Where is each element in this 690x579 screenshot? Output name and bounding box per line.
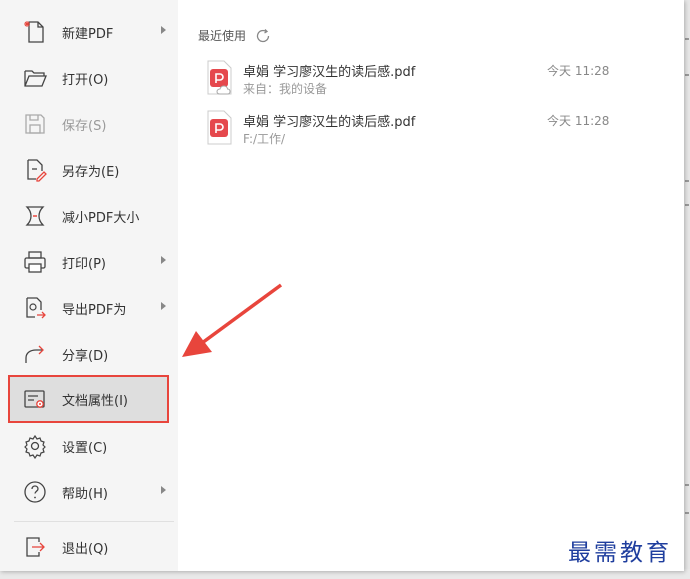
file-menu-panel: 新建PDF 打开(O) 保存(S) 另存为(E) 减小PDF大小 打印(P) 导… bbox=[0, 0, 684, 571]
menu-item-label: 分享(D) bbox=[62, 348, 109, 364]
export-icon bbox=[22, 295, 48, 321]
menu-item-label: 设置(C) bbox=[62, 440, 108, 456]
menu-item-label: 退出(Q) bbox=[62, 541, 109, 557]
file-menu-sidebar: 新建PDF 打开(O) 保存(S) 另存为(E) 减小PDF大小 打印(P) 导… bbox=[0, 0, 178, 571]
menu-item-label: 另存为(E) bbox=[62, 164, 120, 180]
menu-item-exit[interactable]: 退出(Q) bbox=[14, 527, 174, 567]
menu-item-export-pdf[interactable]: 导出PDF为 bbox=[14, 288, 174, 328]
menu-item-save[interactable]: 保存(S) bbox=[14, 104, 174, 144]
save-as-icon bbox=[22, 157, 48, 183]
help-icon bbox=[22, 479, 48, 505]
menu-item-document-properties[interactable]: 文档属性(I) bbox=[8, 375, 169, 423]
save-icon bbox=[22, 111, 48, 137]
menu-item-help[interactable]: 帮助(H) bbox=[14, 472, 174, 512]
submenu-arrow-icon bbox=[161, 302, 166, 310]
menu-item-label: 打开(O) bbox=[62, 72, 109, 88]
background-tick bbox=[685, 74, 689, 76]
background-right-edge bbox=[684, 0, 690, 579]
submenu-arrow-icon bbox=[161, 26, 166, 34]
folder-open-icon bbox=[22, 65, 48, 91]
recent-files-header: 最近使用 bbox=[198, 27, 271, 44]
background-tick bbox=[685, 180, 689, 182]
gear-icon bbox=[22, 433, 48, 459]
menu-item-print[interactable]: 打印(P) bbox=[14, 242, 174, 282]
pdf-file-icon bbox=[205, 110, 233, 145]
pdf-file-icon bbox=[205, 60, 233, 95]
menu-item-label: 减小PDF大小 bbox=[62, 210, 140, 226]
menu-item-label: 保存(S) bbox=[62, 118, 107, 134]
document-properties-icon bbox=[22, 386, 48, 412]
recent-file-location: F:/工作/ bbox=[243, 132, 286, 146]
recent-files-title: 最近使用 bbox=[198, 29, 247, 43]
menu-item-share[interactable]: 分享(D) bbox=[14, 334, 174, 374]
submenu-arrow-icon bbox=[161, 256, 166, 264]
background-tick bbox=[685, 204, 689, 206]
menu-item-label: 帮助(H) bbox=[62, 486, 108, 502]
menu-divider bbox=[14, 521, 174, 522]
compress-icon bbox=[22, 203, 48, 229]
menu-item-save-as[interactable]: 另存为(E) bbox=[14, 150, 174, 190]
menu-item-open[interactable]: 打开(O) bbox=[14, 58, 174, 98]
recent-file-row[interactable]: 卓娟 学习廖汉生的读后感.pdf 来自：我的设备 今天 11:28 bbox=[200, 60, 670, 104]
recent-file-location: 来自：我的设备 bbox=[243, 82, 328, 96]
refresh-icon[interactable] bbox=[255, 28, 271, 44]
share-icon bbox=[22, 341, 48, 367]
watermark-text: 最需教育 bbox=[568, 540, 672, 566]
menu-item-label: 新建PDF bbox=[62, 26, 114, 42]
exit-icon bbox=[22, 534, 48, 560]
menu-item-label: 打印(P) bbox=[62, 256, 106, 272]
menu-item-new-pdf[interactable]: 新建PDF bbox=[14, 12, 174, 52]
new-pdf-icon bbox=[22, 19, 48, 45]
recent-file-time: 今天 11:28 bbox=[547, 64, 610, 78]
recent-file-time: 今天 11:28 bbox=[547, 114, 610, 128]
printer-icon bbox=[22, 249, 48, 275]
menu-item-label: 导出PDF为 bbox=[62, 302, 127, 318]
background-tick bbox=[685, 512, 689, 514]
submenu-arrow-icon bbox=[161, 486, 166, 494]
recent-file-name: 卓娟 学习廖汉生的读后感.pdf bbox=[243, 115, 416, 130]
menu-item-reduce-size[interactable]: 减小PDF大小 bbox=[14, 196, 174, 236]
recent-file-name: 卓娟 学习廖汉生的读后感.pdf bbox=[243, 65, 416, 80]
menu-item-label: 文档属性(I) bbox=[62, 393, 128, 409]
background-tick bbox=[685, 484, 689, 486]
recent-file-row[interactable]: 卓娟 学习廖汉生的读后感.pdf F:/工作/ 今天 11:28 bbox=[200, 110, 670, 154]
menu-item-settings[interactable]: 设置(C) bbox=[14, 426, 174, 466]
background-tick bbox=[685, 38, 689, 40]
